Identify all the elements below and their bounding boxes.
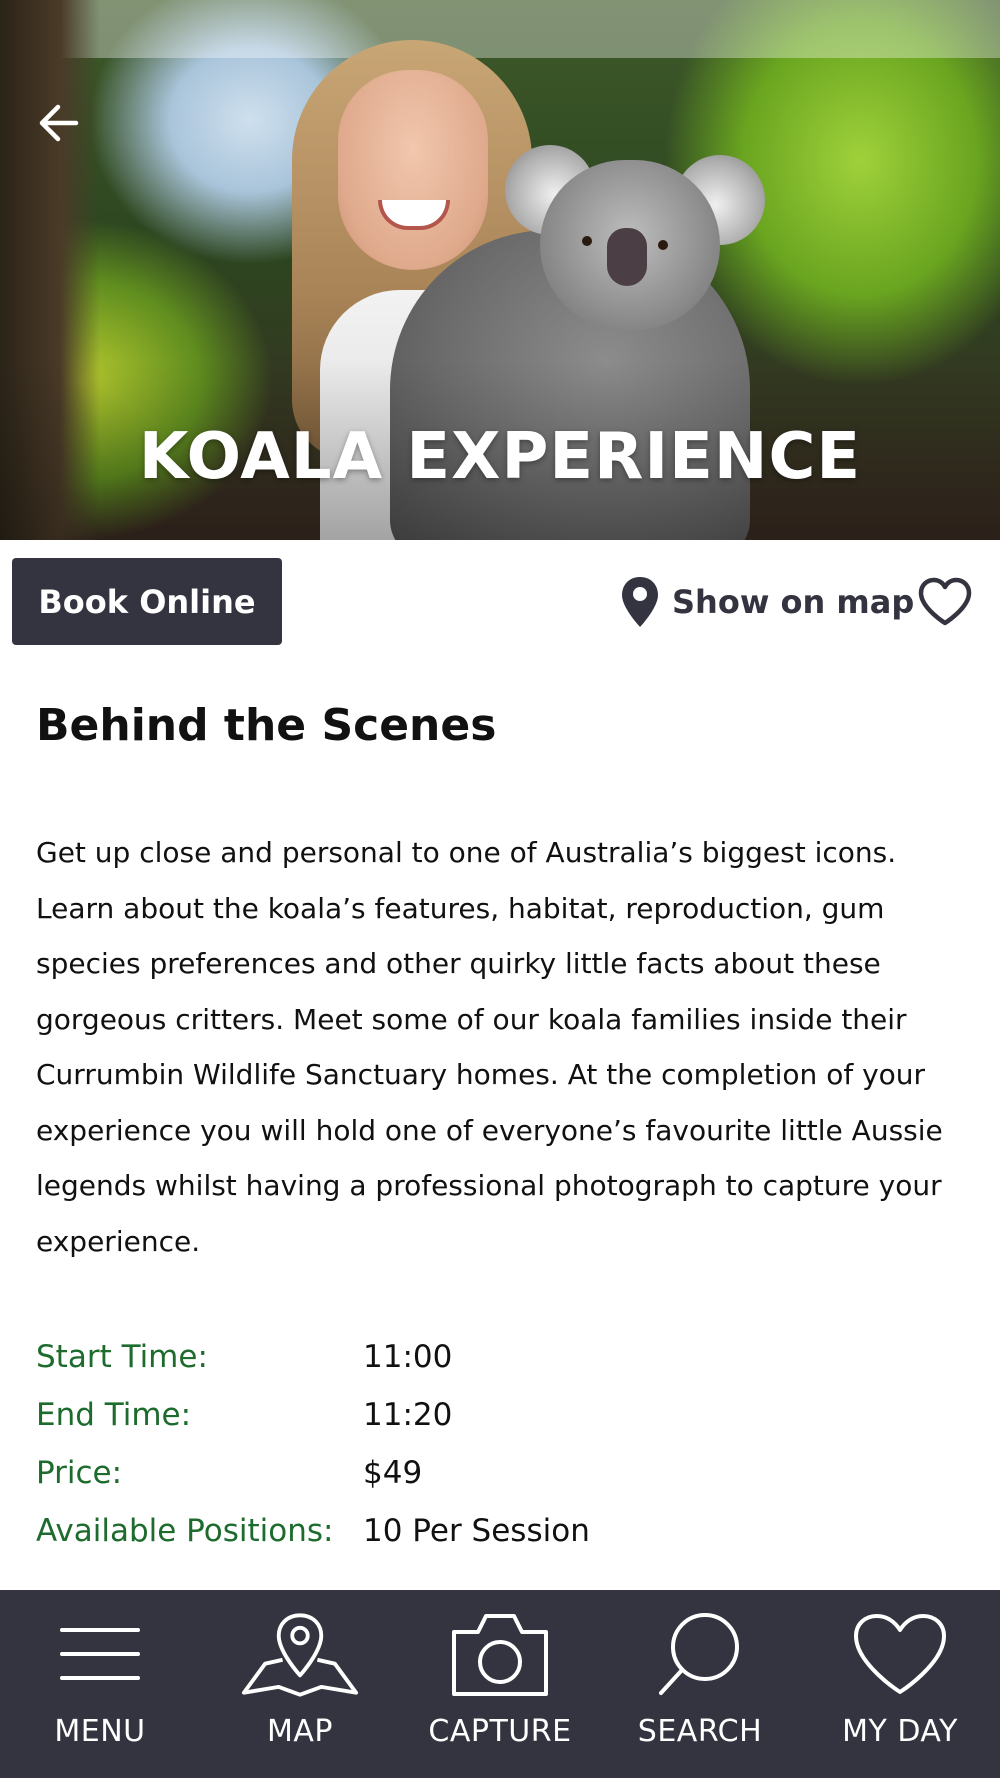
nav-item-map[interactable]: MAP bbox=[200, 1590, 400, 1778]
hero-title: KOALA EXPERIENCE bbox=[138, 420, 862, 494]
nav-item-my-day[interactable]: MY DAY bbox=[800, 1590, 1000, 1778]
detail-row-end-time: End Time: 11:20 bbox=[36, 1386, 976, 1444]
details-table: Start Time: 11:00 End Time: 11:20 Price:… bbox=[36, 1328, 976, 1560]
nav-label-capture: CAPTURE bbox=[428, 1714, 572, 1749]
nav-item-search[interactable]: SEARCH bbox=[600, 1590, 800, 1778]
detail-row-available-positions: Available Positions: 10 Per Session bbox=[36, 1502, 976, 1560]
bottom-nav: MENU MAP CAPTURE SEARCH MY DAY bbox=[0, 1590, 1000, 1778]
detail-value: 11:20 bbox=[363, 1397, 453, 1433]
detail-value: 11:00 bbox=[363, 1339, 453, 1375]
hero-image: KOALA EXPERIENCE bbox=[0, 0, 1000, 540]
detail-label: Start Time: bbox=[36, 1339, 208, 1375]
person-face bbox=[338, 70, 488, 270]
search-icon bbox=[640, 1606, 760, 1702]
nav-label-search: SEARCH bbox=[637, 1714, 763, 1749]
heart-icon bbox=[840, 1606, 960, 1702]
favourite-button[interactable] bbox=[914, 572, 976, 632]
nav-item-capture[interactable]: CAPTURE bbox=[400, 1590, 600, 1778]
detail-value: $49 bbox=[363, 1455, 423, 1491]
detail-row-start-time: Start Time: 11:00 bbox=[36, 1328, 976, 1386]
nav-label-map: MAP bbox=[267, 1714, 333, 1749]
koala-eye-left bbox=[582, 236, 592, 246]
detail-row-price: Price: $49 bbox=[36, 1444, 976, 1502]
detail-label: End Time: bbox=[36, 1397, 192, 1433]
koala-nose bbox=[607, 228, 647, 286]
menu-icon bbox=[40, 1606, 160, 1702]
detail-label: Price: bbox=[36, 1455, 123, 1491]
back-button[interactable] bbox=[30, 95, 86, 151]
nav-item-menu[interactable]: MENU bbox=[0, 1590, 200, 1778]
heart-outline-icon bbox=[918, 577, 972, 626]
show-on-map-link[interactable]: Show on map bbox=[620, 572, 914, 632]
map-icon bbox=[240, 1606, 360, 1702]
detail-label: Available Positions: bbox=[36, 1513, 334, 1549]
description-text: Get up close and personal to one of Aust… bbox=[36, 836, 943, 1258]
map-pin-icon bbox=[622, 577, 658, 627]
nav-label-my-day: MY DAY bbox=[842, 1714, 958, 1749]
koala-eye-right bbox=[658, 240, 668, 250]
section-title: Behind the Scenes bbox=[36, 700, 497, 751]
nav-label-menu: MENU bbox=[54, 1714, 146, 1749]
camera-icon bbox=[440, 1606, 560, 1702]
hero-top-overlay bbox=[0, 0, 1000, 58]
back-arrow-icon bbox=[39, 104, 79, 142]
book-online-button[interactable]: Book Online bbox=[12, 558, 282, 645]
show-on-map-label: Show on map bbox=[672, 583, 915, 621]
detail-value: 10 Per Session bbox=[363, 1513, 590, 1549]
